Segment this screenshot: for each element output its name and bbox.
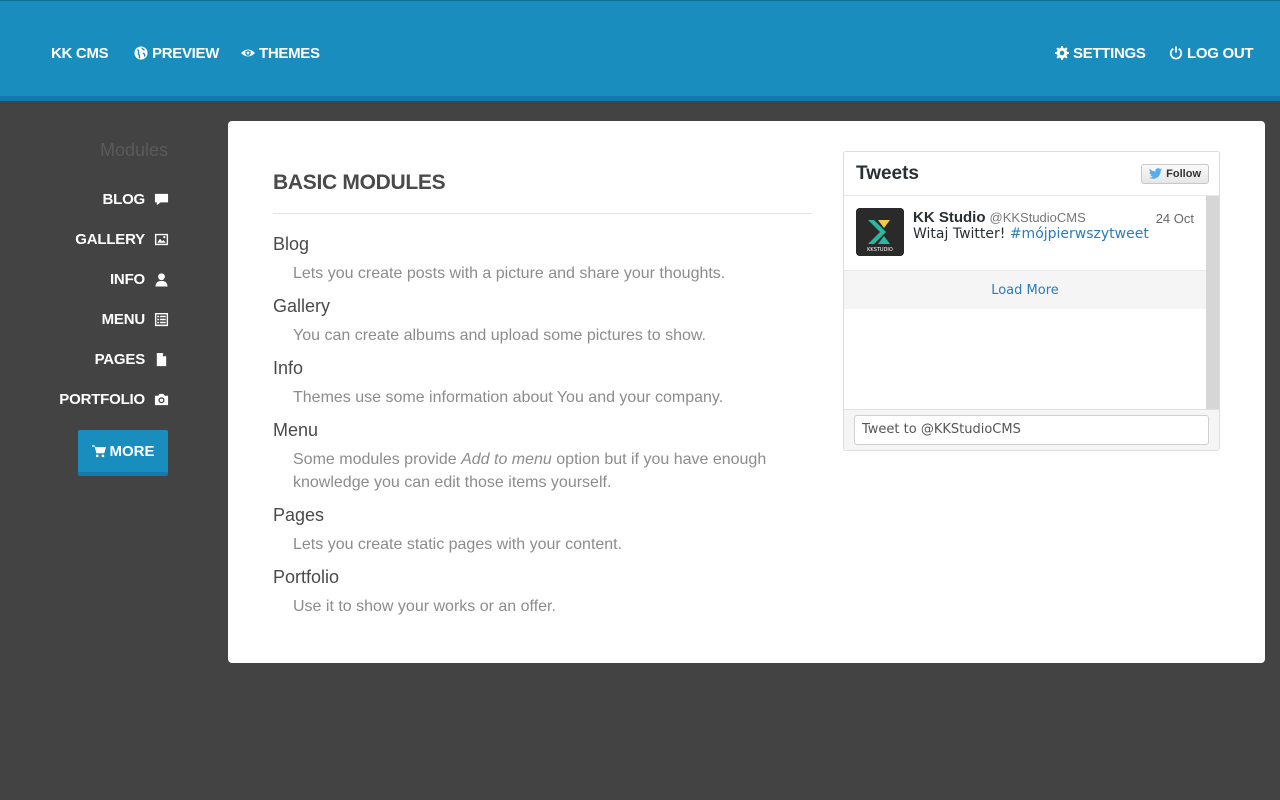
tweet-text: Witaj Twitter! #mójpierwszytweet — [913, 226, 1149, 242]
kkstudio-logo: KKSTUDIO — [856, 208, 904, 256]
cart-icon — [91, 445, 106, 458]
sidebar-item-label: PORTFOLIO — [59, 390, 145, 408]
avatar-text: KKSTUDIO — [867, 247, 893, 253]
module-item: Pages Lets you create static pages with … — [273, 503, 793, 556]
power-icon — [1169, 46, 1183, 60]
top-navbar: KK CMS PREVIEW THEMES SETTINGS LOG OUT — [0, 0, 1280, 101]
sidebar-item-label: INFO — [109, 270, 145, 288]
sidebar-item-gallery[interactable]: GALLERY — [40, 228, 169, 250]
sidebar-heading: Modules — [99, 140, 168, 160]
module-description: Lets you create static pages with your c… — [293, 536, 623, 553]
load-more-button[interactable]: Load More — [844, 271, 1206, 309]
eye-icon — [241, 49, 255, 57]
globe-icon — [134, 46, 148, 60]
brand-link[interactable]: KK CMS — [51, 43, 109, 63]
module-name: Pages — [273, 505, 325, 525]
twitter-header: Tweets Follow — [844, 152, 1219, 196]
tweet-date[interactable]: 24 Oct — [1156, 211, 1194, 226]
tweet-item[interactable]: KKSTUDIO KK Studio @KKStudioCMS 24 Oct Wi… — [844, 196, 1206, 271]
logout-label: LOG OUT — [1187, 44, 1254, 62]
preview-label: PREVIEW — [152, 44, 220, 62]
tweet-body: Witaj Twitter! — [913, 226, 1010, 242]
module-list: Blog Lets you create posts with a pictur… — [273, 232, 793, 627]
tweet-author[interactable]: KK Studio @KKStudioCMS — [913, 209, 1086, 226]
file-icon — [156, 352, 167, 366]
avatar[interactable]: KKSTUDIO — [856, 208, 904, 256]
module-item: Blog Lets you create posts with a pictur… — [273, 232, 793, 285]
main-panel: BASIC MODULES Blog Lets you create posts… — [228, 121, 1265, 663]
camera-icon — [154, 393, 169, 405]
sidebar-item-label: BLOG — [102, 190, 145, 208]
module-description: Lets you create posts with a picture and… — [293, 265, 726, 282]
tweet-scrollbar[interactable] — [1206, 196, 1219, 409]
sidebar-item-label: MENU — [101, 310, 146, 328]
author-name: KK Studio — [913, 209, 986, 226]
module-item: Info Themes use some information about Y… — [273, 356, 793, 409]
module-name: Portfolio — [273, 567, 340, 587]
module-name: Blog — [273, 234, 310, 254]
sidebar-item-info[interactable]: INFO — [40, 268, 169, 290]
settings-link[interactable]: SETTINGS — [1055, 43, 1146, 63]
gear-icon — [1055, 46, 1069, 60]
user-icon — [155, 272, 168, 287]
themes-link[interactable]: THEMES — [241, 43, 320, 63]
tweet-input[interactable]: Tweet to @KKStudioCMS — [854, 415, 1209, 445]
title-divider — [273, 213, 812, 214]
module-description: You can create albums and upload some pi… — [293, 327, 706, 344]
tweet-stream: KKSTUDIO KK Studio @KKStudioCMS 24 Oct Wi… — [844, 196, 1206, 409]
load-more-label: Load More — [991, 282, 1059, 298]
twitter-title: Tweets — [856, 162, 920, 184]
module-description: Themes use some information about You an… — [293, 389, 724, 406]
twitter-bird-icon — [1149, 168, 1163, 179]
author-handle: @KKStudioCMS — [989, 210, 1086, 225]
description-emphasis: Add to menu — [461, 451, 552, 468]
comment-icon — [154, 193, 169, 205]
sidebar-item-label: GALLERY — [75, 230, 145, 248]
preview-link[interactable]: PREVIEW — [134, 43, 219, 63]
module-name: Menu — [273, 420, 319, 440]
page-title: BASIC MODULES — [273, 171, 446, 194]
sidebar-item-menu[interactable]: MENU — [40, 308, 169, 330]
follow-button[interactable]: Follow — [1141, 163, 1209, 184]
themes-label: THEMES — [259, 44, 320, 62]
sidebar-item-label: PAGES — [94, 350, 146, 368]
tweet-input-placeholder: Tweet to @KKStudioCMS — [862, 422, 1021, 437]
logout-link[interactable]: LOG OUT — [1169, 43, 1254, 63]
twitter-widget: Tweets Follow KKSTUDIO KK Studio@KKStud — [843, 151, 1220, 451]
module-description: Some modules provide Add to menu option … — [273, 448, 793, 494]
module-item: Menu Some modules provide Add to menu op… — [273, 418, 793, 494]
hashtag-link[interactable]: #mójpierwszytweet — [1010, 226, 1149, 242]
tweet-compose-area: Tweet to @KKStudioCMS — [844, 409, 1219, 450]
picture-icon — [154, 233, 169, 245]
sidebar-item-blog[interactable]: BLOG — [40, 188, 169, 210]
sidebar-item-portfolio[interactable]: PORTFOLIO — [40, 388, 169, 410]
description-text: Some modules provide — [293, 451, 462, 468]
brand-label: KK CMS — [51, 44, 109, 62]
more-button[interactable]: MORE — [78, 430, 168, 476]
settings-label: SETTINGS — [1073, 44, 1146, 62]
module-item: Gallery You can create albums and upload… — [273, 294, 793, 347]
module-name: Info — [273, 358, 304, 378]
module-item: Portfolio Use it to show your works or a… — [273, 565, 793, 618]
module-description: Use it to show your works or an offer. — [293, 598, 556, 615]
more-button-label: MORE — [109, 442, 155, 460]
sidebar-item-pages[interactable]: PAGES — [40, 348, 169, 370]
list-icon — [154, 312, 169, 326]
follow-label: Follow — [1166, 167, 1201, 180]
module-name: Gallery — [273, 296, 331, 316]
